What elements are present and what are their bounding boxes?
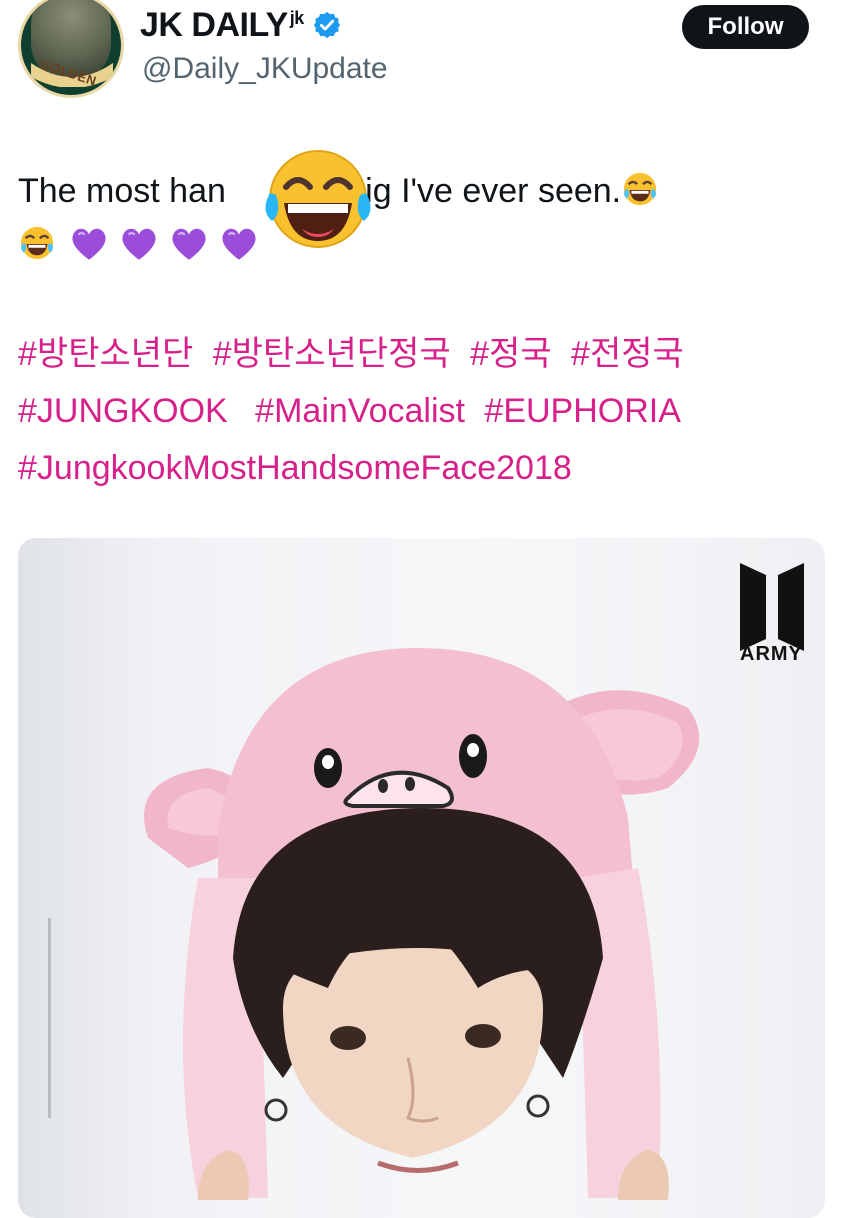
- purple-heart-icon: [222, 228, 256, 260]
- hashtag-link[interactable]: #전정국: [571, 335, 684, 373]
- laughing-emoji-icon: [623, 172, 657, 206]
- purple-heart-icon: [72, 228, 106, 260]
- follow-button[interactable]: Follow: [682, 5, 809, 49]
- display-name[interactable]: JK DAILY jk: [140, 6, 304, 45]
- hashtag-link[interactable]: #JungkookMostHandsomeFace2018: [18, 449, 572, 487]
- hashtag-list: #방탄소년단 #방탄소년단정국 #정국 #전정국 #JUNGKOOK #Main…: [18, 326, 828, 497]
- laughing-emoji-icon: [20, 226, 54, 260]
- name-suffix: jk: [289, 7, 305, 28]
- tweet-text-part1: The most han: [18, 172, 226, 210]
- army-watermark-text: ARMY: [740, 643, 803, 665]
- hashtag-link[interactable]: #JUNGKOOK: [18, 392, 228, 430]
- hashtag-link[interactable]: #EUPHORIA: [484, 392, 681, 430]
- verified-badge-icon: [313, 11, 340, 39]
- tweet-header: GOLDEN JK DAILY jk @Daily_JKUpdate Follow: [0, 0, 843, 120]
- hashtag-link[interactable]: #MainVocalist: [255, 392, 465, 430]
- account-handle[interactable]: @Daily_JKUpdate: [142, 52, 388, 86]
- hashtag-link[interactable]: #정국: [470, 335, 551, 373]
- purple-heart-icon: [122, 228, 156, 260]
- avatar[interactable]: GOLDEN: [18, 0, 124, 98]
- photo-illustration: [144, 648, 700, 1200]
- hashtag-link[interactable]: #방탄소년단정국: [213, 335, 451, 373]
- big-laughing-emoji-icon: [265, 150, 371, 248]
- purple-heart-icon: [172, 228, 206, 260]
- tweet-text: The most han e pig I've ever seen.: [18, 164, 818, 272]
- hashtag-link[interactable]: #방탄소년단: [18, 335, 193, 373]
- display-name-row[interactable]: JK DAILY jk: [140, 4, 342, 46]
